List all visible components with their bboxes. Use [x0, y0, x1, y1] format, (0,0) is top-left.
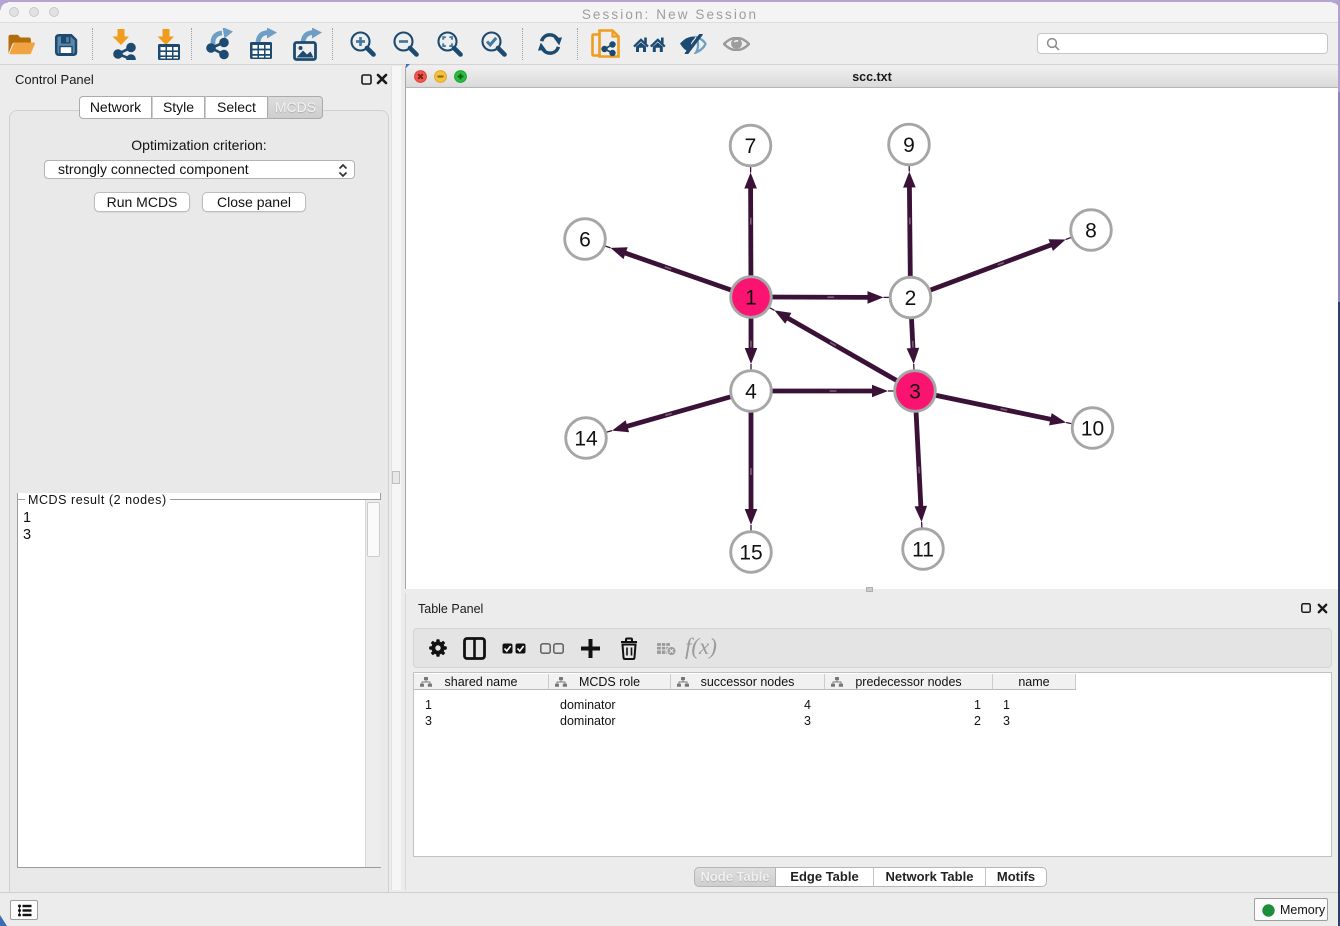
svg-text:8: 8 — [1085, 220, 1097, 243]
svg-text:10: 10 — [1081, 418, 1104, 441]
svg-text:11: 11 — [912, 539, 934, 562]
svg-text:2: 2 — [905, 287, 917, 310]
svg-text:14: 14 — [574, 428, 598, 451]
svg-text:9: 9 — [903, 134, 915, 157]
svg-text:15: 15 — [739, 542, 762, 565]
svg-text:4: 4 — [745, 381, 757, 404]
svg-text:6: 6 — [579, 229, 591, 252]
svg-text:7: 7 — [745, 135, 757, 158]
svg-text:3: 3 — [909, 381, 921, 404]
svg-text:1: 1 — [745, 287, 757, 310]
